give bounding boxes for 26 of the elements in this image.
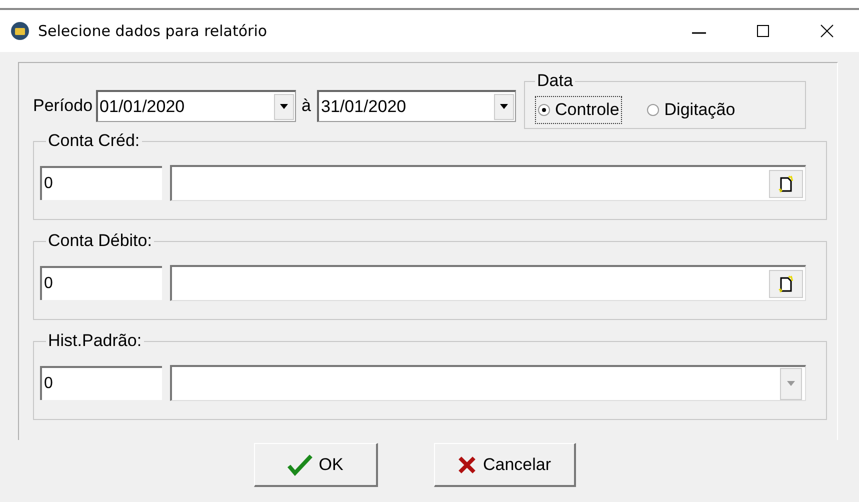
radio-option[interactable]: Controle	[535, 96, 622, 124]
new-document-icon[interactable]	[769, 170, 803, 198]
separator-label: à	[302, 95, 312, 118]
code-field[interactable]: 0	[40, 166, 162, 200]
check-icon	[286, 454, 313, 476]
dropdown-arrow-icon[interactable]	[500, 104, 508, 109]
radio-option[interactable]: Digitação	[644, 96, 738, 124]
dropdown-arrow-icon[interactable]	[280, 104, 288, 109]
period-label: Período	[33, 95, 93, 118]
cancel-button[interactable]: Cancelar	[434, 443, 576, 487]
minimize-icon	[692, 32, 706, 34]
close-icon	[819, 23, 835, 39]
date-from-field[interactable]: 01/01/2020	[96, 90, 296, 122]
date-to-field[interactable]: 31/01/2020	[317, 90, 516, 122]
description-field[interactable]	[170, 165, 806, 201]
group-label: Data	[535, 73, 575, 89]
window-title: Selecione dados para relatório	[38, 20, 268, 42]
maximize-icon	[755, 23, 771, 39]
code-field[interactable]: 0	[40, 366, 162, 400]
app-icon	[10, 21, 30, 41]
dropdown-field[interactable]	[170, 365, 806, 401]
description-field[interactable]	[170, 265, 806, 301]
ok-button[interactable]: OK	[254, 443, 378, 487]
cross-icon	[456, 454, 477, 474]
code-field[interactable]: 0	[40, 266, 162, 300]
new-document-icon[interactable]	[769, 270, 803, 298]
